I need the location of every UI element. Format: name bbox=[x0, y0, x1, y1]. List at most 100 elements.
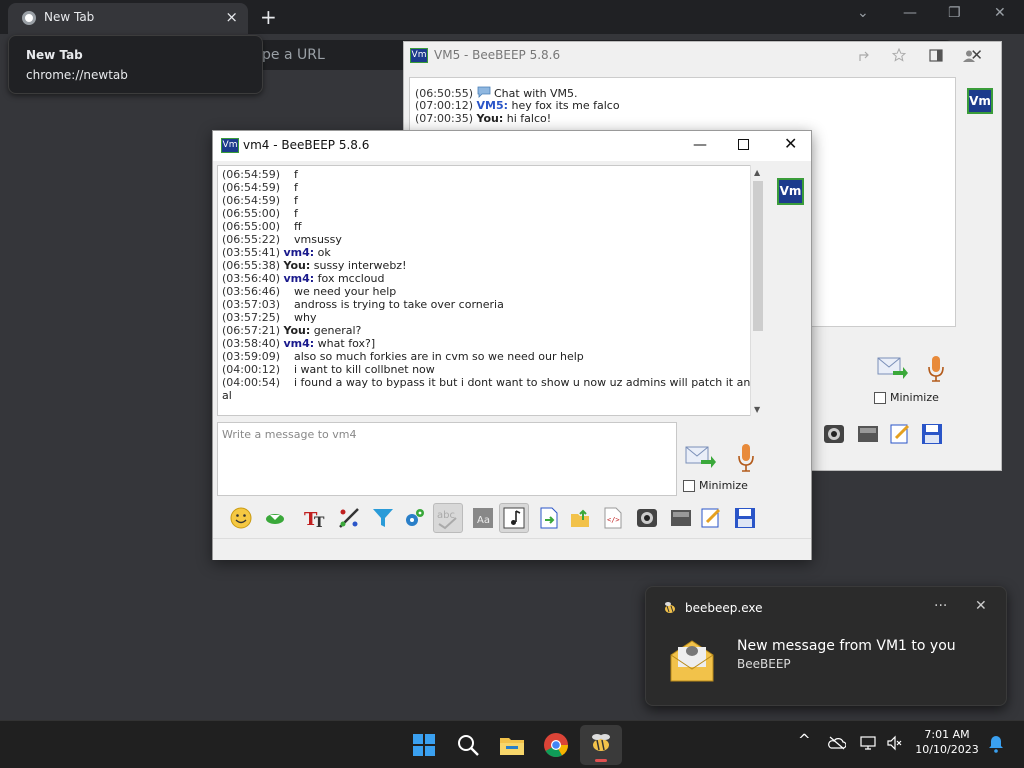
sound-note-button[interactable] bbox=[499, 503, 529, 533]
search-icon[interactable] bbox=[454, 731, 482, 759]
html-code-icon[interactable]: </> bbox=[601, 506, 625, 530]
volume-muted-icon[interactable] bbox=[886, 735, 904, 751]
labs-flask-icon[interactable] bbox=[934, 98, 954, 120]
vm4-minimize-option[interactable]: Minimize bbox=[683, 479, 748, 492]
side-panel-icon[interactable] bbox=[929, 49, 943, 62]
notification-bell-icon[interactable] bbox=[988, 735, 1004, 753]
note-icon[interactable] bbox=[699, 506, 723, 530]
svg-text:abc: abc bbox=[437, 510, 455, 521]
vm5-window-title: VM5 - BeeBEEP 5.8.6 bbox=[434, 48, 561, 62]
tab-close-icon[interactable]: × bbox=[225, 8, 238, 26]
chat-line: al bbox=[222, 389, 232, 402]
message-input[interactable]: Write a message to vm4 bbox=[217, 422, 677, 496]
vm4-chat-history[interactable]: (06:54:59) f (06:54:59) f (06:54:59) f (… bbox=[217, 165, 765, 416]
vm4-title-bar[interactable]: Vm vm4 - BeeBEEP 5.8.6 — ✕ bbox=[213, 131, 811, 161]
new-tab-button[interactable]: + bbox=[260, 5, 277, 29]
taskbar: ^ 7:01 AM 10/10/2023 bbox=[0, 720, 1024, 768]
save-chat-icon[interactable] bbox=[669, 506, 693, 530]
minimize-checkbox[interactable] bbox=[683, 480, 695, 492]
notification-body: BeeBEEP bbox=[737, 657, 791, 671]
vm5-title-bar[interactable]: Vm VM5 - BeeBEEP 5.8.6 ✕ bbox=[404, 42, 1001, 70]
svg-text:</>: </> bbox=[607, 516, 620, 524]
chat-line: (06:55:22) vmsussy bbox=[222, 233, 342, 246]
screenshot-icon[interactable] bbox=[822, 422, 846, 446]
buzz-icon[interactable] bbox=[263, 506, 287, 530]
chat-line: (07:00:12) VM5: hey fox its me falco bbox=[415, 99, 620, 112]
chat-scrollbar[interactable]: ▲ ▼ bbox=[750, 165, 765, 416]
tab-title: New Tab bbox=[44, 10, 95, 24]
vm4-status-bar bbox=[213, 538, 811, 560]
images-link[interactable]: Images bbox=[866, 102, 919, 117]
more-options-icon[interactable]: ··· bbox=[934, 598, 947, 614]
star-icon[interactable] bbox=[892, 48, 906, 62]
file-explorer-icon[interactable] bbox=[498, 731, 526, 759]
tooltip-title: New Tab bbox=[26, 48, 83, 62]
vm4-close-button[interactable]: ✕ bbox=[784, 134, 797, 153]
taskbar-clock[interactable]: 7:01 AM 10/10/2023 bbox=[912, 727, 982, 757]
close-notification-icon[interactable]: ✕ bbox=[975, 598, 987, 614]
tray-overflow-chevron-icon[interactable]: ^ bbox=[798, 731, 811, 749]
chat-line: (03:56:46) we need your help bbox=[222, 285, 397, 298]
note-icon[interactable] bbox=[888, 422, 912, 446]
beebeep-bee-icon bbox=[665, 602, 675, 613]
settings-gears-icon[interactable] bbox=[403, 506, 427, 530]
tab-tooltip: New Tab chrome://newtab bbox=[8, 35, 263, 94]
chat-line: (06:55:00) ff bbox=[222, 220, 302, 233]
spellcheck-button[interactable]: abc bbox=[433, 503, 463, 533]
emoticon-smiley-icon[interactable] bbox=[229, 506, 253, 530]
taskbar-beebeep-button[interactable] bbox=[580, 725, 622, 765]
font-style-icon[interactable]: TT bbox=[303, 506, 327, 531]
save-chat-icon[interactable] bbox=[856, 422, 880, 446]
vm4-toolbar: TT abc Aa </> bbox=[217, 502, 807, 536]
beebeep-app-icon: Vm bbox=[221, 138, 239, 153]
network-icon[interactable] bbox=[860, 735, 878, 751]
gmail-link[interactable]: Gmail bbox=[818, 102, 860, 117]
scroll-down-arrow-icon[interactable]: ▼ bbox=[754, 405, 760, 414]
vm5-close-button[interactable]: ✕ bbox=[970, 46, 983, 64]
chat-line: (07:00:35) You: hi falco! bbox=[415, 112, 552, 125]
chat-line: (03:58:40) vm4: what fox?] bbox=[222, 337, 376, 350]
screenshot-icon[interactable] bbox=[635, 506, 659, 530]
chrome-minimize-button[interactable]: — bbox=[903, 5, 917, 21]
chrome-close-button[interactable]: ✕ bbox=[994, 5, 1006, 21]
floppy-save-icon[interactable] bbox=[733, 506, 757, 530]
onedrive-offline-icon[interactable] bbox=[828, 736, 846, 750]
font-size-icon[interactable]: Aa bbox=[471, 506, 495, 530]
notification-toast[interactable]: beebeep.exe ··· ✕ New message from VM1 t… bbox=[645, 586, 1007, 706]
floppy-save-icon[interactable] bbox=[920, 422, 944, 446]
microphone-icon[interactable] bbox=[926, 355, 946, 383]
font-color-icon[interactable] bbox=[337, 506, 361, 530]
notification-title: New message from VM1 to you bbox=[737, 638, 956, 654]
vm4-user-avatar[interactable]: Vm bbox=[777, 178, 804, 205]
send-folder-icon[interactable] bbox=[569, 506, 593, 530]
chrome-restore-button[interactable]: ❐ bbox=[948, 5, 961, 21]
chat-line: (03:55:41) vm4: ok bbox=[222, 246, 331, 259]
scroll-up-arrow-icon[interactable]: ▲ bbox=[754, 168, 760, 177]
message-input-placeholder: Write a message to vm4 bbox=[222, 428, 357, 441]
scrollbar-thumb[interactable] bbox=[753, 181, 763, 331]
filter-icon[interactable] bbox=[371, 506, 395, 530]
vm5-minimize-option[interactable]: Minimize bbox=[874, 391, 939, 404]
minimize-checkbox[interactable] bbox=[874, 392, 886, 404]
send-message-icon[interactable] bbox=[685, 444, 717, 470]
share-icon[interactable] bbox=[859, 50, 873, 62]
vm4-chat-window[interactable]: Vm vm4 - BeeBEEP 5.8.6 — ✕ (06:54:59) f … bbox=[212, 130, 812, 560]
chrome-tab-new-tab[interactable]: New Tab × bbox=[8, 3, 248, 34]
chrome-icon[interactable] bbox=[542, 731, 570, 759]
chat-line: (04:00:12) i want to kill collbnet now bbox=[222, 363, 435, 376]
tab-search-chevron-icon[interactable]: ⌄ bbox=[857, 5, 869, 21]
send-message-icon[interactable] bbox=[877, 355, 909, 381]
windows-start-icon[interactable] bbox=[410, 731, 438, 759]
omnibox-placeholder[interactable]: pe a URL bbox=[262, 47, 325, 63]
attention-indicator bbox=[595, 759, 607, 762]
vm5-user-avatar[interactable]: Vm bbox=[967, 88, 993, 114]
chat-bubble-icon bbox=[477, 86, 490, 98]
beebeep-app-icon: Vm bbox=[410, 48, 428, 63]
vm4-minimize-button[interactable]: — bbox=[693, 137, 707, 153]
send-file-icon[interactable] bbox=[537, 506, 561, 530]
vm4-window-title: vm4 - BeeBEEP 5.8.6 bbox=[243, 138, 370, 152]
vm4-maximize-button[interactable] bbox=[738, 139, 749, 150]
microphone-icon[interactable] bbox=[736, 443, 756, 473]
chat-line: (06:54:59) f bbox=[222, 181, 298, 194]
chat-line: (06:54:59) f bbox=[222, 168, 298, 181]
